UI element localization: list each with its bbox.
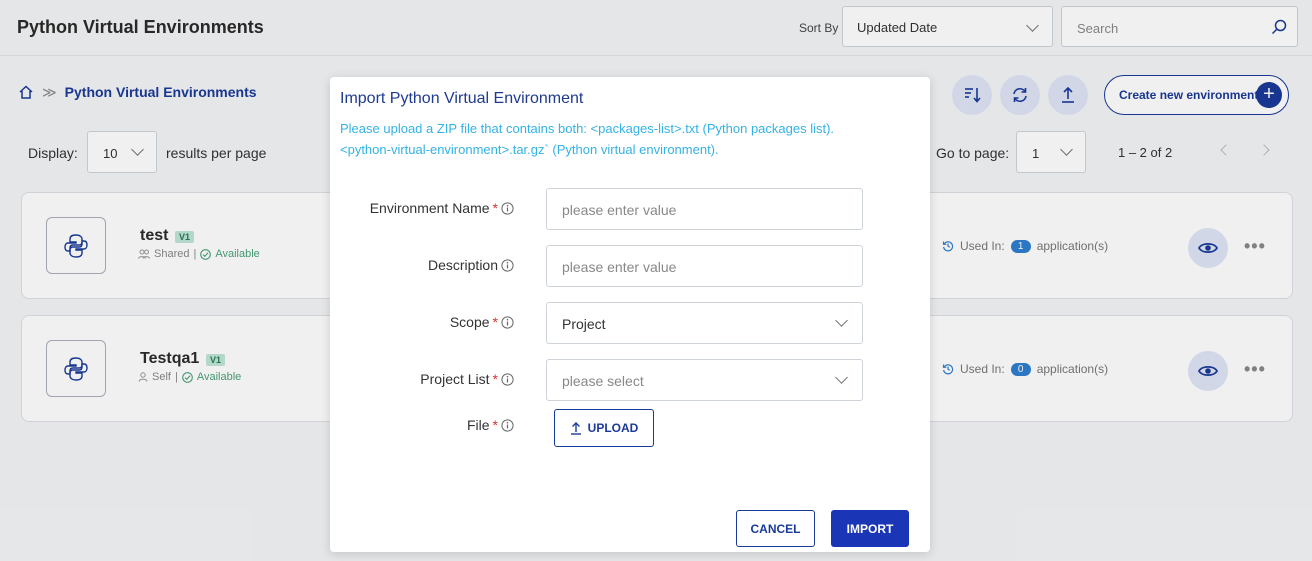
cancel-button[interactable]: CANCEL: [736, 510, 815, 547]
dialog-description-line2: <python-virtual-environment>.tar.gz` (Py…: [340, 142, 719, 157]
import-environment-dialog: Import Python Virtual Environment Please…: [330, 77, 930, 552]
description-label-text: Description: [427, 257, 498, 273]
info-icon[interactable]: [501, 418, 514, 432]
required-mark: *: [492, 200, 498, 216]
environment-name-label: Environment Name *: [370, 200, 514, 216]
chevron-down-icon: [835, 371, 848, 384]
info-icon[interactable]: [501, 315, 514, 329]
environment-name-placeholder: please enter value: [562, 202, 677, 218]
scope-value: Project: [562, 316, 606, 332]
file-label: File *: [467, 417, 514, 433]
upload-arrow-icon: [570, 422, 581, 435]
info-icon[interactable]: [501, 201, 514, 215]
project-list-label: Project List *: [420, 371, 514, 387]
project-list-placeholder: please select: [562, 373, 644, 389]
project-list-select[interactable]: please select: [546, 359, 863, 401]
info-icon[interactable]: [501, 258, 514, 272]
dialog-description-line1: Please upload a ZIP file that contains b…: [340, 121, 835, 136]
info-icon[interactable]: [501, 372, 514, 386]
dialog-description: Please upload a ZIP file that contains b…: [340, 118, 920, 160]
description-label: Description: [428, 257, 514, 273]
required-mark: *: [492, 371, 498, 387]
scope-select[interactable]: Project: [546, 302, 863, 344]
upload-button-label: UPLOAD: [587, 421, 639, 435]
file-label-text: File: [466, 417, 490, 433]
import-button[interactable]: IMPORT: [831, 510, 909, 547]
environment-name-label-text: Environment Name: [369, 200, 490, 216]
required-mark: *: [492, 417, 498, 433]
dialog-title: Import Python Virtual Environment: [340, 90, 584, 107]
chevron-down-icon: [835, 314, 848, 327]
description-input[interactable]: please enter value: [546, 245, 863, 287]
upload-button[interactable]: UPLOAD: [554, 409, 654, 447]
project-list-label-text: Project List: [420, 371, 490, 387]
environment-name-input[interactable]: please enter value: [546, 188, 863, 230]
required-mark: *: [492, 314, 498, 330]
scope-label-text: Scope: [449, 314, 490, 330]
description-placeholder: please enter value: [562, 259, 677, 275]
scope-label: Scope *: [450, 314, 514, 330]
